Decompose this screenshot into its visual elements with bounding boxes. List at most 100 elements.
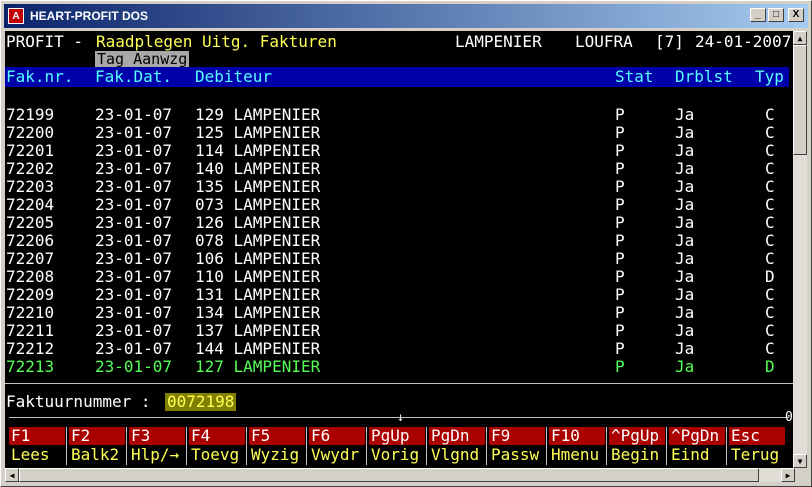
fkey-key: ^PgUp — [609, 427, 665, 445]
table-row[interactable]: 72207 23-01-07 106 LAMPENIER P Ja C — [5, 250, 789, 268]
cell-typ: C — [765, 159, 775, 178]
cell-debiteur: 140 LAMPENIER — [195, 159, 321, 178]
maximize-button[interactable]: □ — [768, 8, 784, 22]
cell-debiteur: 131 LAMPENIER — [195, 285, 321, 304]
fkey-separator — [246, 427, 247, 465]
cell-stat: P — [615, 267, 625, 286]
fkey-separator — [126, 427, 127, 465]
table-row[interactable]: 72208 23-01-07 110 LAMPENIER P Ja D — [5, 268, 789, 286]
minimize-button[interactable]: _ — [750, 8, 766, 22]
current-date: 24-01-2007 — [695, 32, 792, 51]
fkey-label: Begin — [611, 445, 660, 464]
column-header-bar: Fak.nr. Fak.Dat. Debiteur Stat Drblst Ty… — [5, 67, 789, 87]
scroll-right-icon[interactable]: ▶ — [781, 468, 795, 482]
vertical-scrollbar[interactable]: ▲ ▼ — [793, 31, 807, 468]
fkey-pgdn[interactable]: PgDn Vlgnd — [426, 427, 487, 467]
ruler-end: 0 — [785, 410, 793, 425]
col-fak-dat: Fak.Dat. — [95, 67, 173, 86]
title-bar[interactable]: A HEART-PROFIT DOS _ □ X — [4, 4, 808, 28]
cell-debiteur: 144 LAMPENIER — [195, 339, 321, 358]
fkey-pgup[interactable]: ^PgUp Begin — [606, 427, 667, 467]
cell-drblst: Ja — [675, 231, 695, 250]
window-controls: _ □ X — [750, 8, 804, 22]
fkey-f2[interactable]: F2 Balk2 — [66, 427, 127, 467]
screen-title: Raadplegen Uitg. Fakturen — [96, 32, 337, 51]
table-row[interactable]: 72210 23-01-07 134 LAMPENIER P Ja C — [5, 304, 789, 322]
fkey-esc[interactable]: Esc Terug — [726, 427, 787, 467]
scroll-up-icon[interactable]: ▲ — [793, 31, 807, 45]
fkey-label: Vlgnd — [431, 445, 480, 464]
invoice-number-input[interactable]: 0072198 — [165, 393, 237, 411]
vertical-scroll-thumb[interactable] — [793, 45, 807, 155]
fkey-separator — [186, 427, 187, 465]
cell-typ: C — [765, 303, 775, 322]
cell-stat: P — [615, 249, 625, 268]
fkey-f5[interactable]: F5 Wyzig — [246, 427, 307, 467]
col-fak-nr: Fak.nr. — [6, 67, 74, 86]
user-name: LOUFRA — [575, 32, 633, 51]
table-row[interactable]: 72206 23-01-07 078 LAMPENIER P Ja C — [5, 232, 789, 250]
close-button[interactable]: X — [788, 8, 804, 22]
fkey-f10[interactable]: F10 Hmenu — [546, 427, 607, 467]
cell-fak-nr: 72204 — [6, 195, 55, 214]
cell-typ: C — [765, 231, 775, 250]
app-icon[interactable]: A — [8, 8, 24, 24]
window-title: HEART-PROFIT DOS — [30, 9, 149, 23]
cell-debiteur: 078 LAMPENIER — [195, 231, 321, 250]
cell-debiteur: 129 LAMPENIER — [195, 105, 321, 124]
cell-fak-dat: 23-01-07 — [95, 357, 173, 376]
table-row[interactable]: 72213 23-01-07 127 LAMPENIER P Ja D — [5, 358, 789, 376]
fkey-f9[interactable]: F9 Passw — [486, 427, 547, 467]
fkey-f3[interactable]: F3 Hlp/→ — [126, 427, 187, 467]
table-row[interactable]: 72205 23-01-07 126 LAMPENIER P Ja C — [5, 214, 789, 232]
cell-drblst: Ja — [675, 339, 695, 358]
fkey-separator — [426, 427, 427, 465]
table-row[interactable]: 72201 23-01-07 114 LAMPENIER P Ja C — [5, 142, 789, 160]
fkey-f1[interactable]: F1 Lees — [9, 427, 67, 467]
cell-typ: D — [765, 267, 775, 286]
table-row[interactable]: 72199 23-01-07 129 LAMPENIER P Ja C — [5, 106, 789, 124]
cell-typ: C — [765, 195, 775, 214]
fkey-key: F4 — [189, 427, 245, 445]
cell-fak-dat: 23-01-07 — [95, 267, 173, 286]
cell-typ: C — [765, 321, 775, 340]
fkey-separator — [666, 427, 667, 465]
fkey-f4[interactable]: F4 Toevg — [186, 427, 247, 467]
table-row[interactable]: 72200 23-01-07 125 LAMPENIER P Ja C — [5, 124, 789, 142]
cell-stat: P — [615, 195, 625, 214]
fkey-key: ^PgDn — [669, 427, 725, 445]
horizontal-scrollbar[interactable]: ◀ ▶ — [5, 468, 795, 482]
table-row[interactable]: 72202 23-01-07 140 LAMPENIER P Ja C — [5, 160, 789, 178]
cell-typ: C — [765, 141, 775, 160]
table-row[interactable]: 72212 23-01-07 144 LAMPENIER P Ja C — [5, 340, 789, 358]
table-row[interactable]: 72203 23-01-07 135 LAMPENIER P Ja C — [5, 178, 789, 196]
fkey-pgdn[interactable]: ^PgDn Eind — [666, 427, 727, 467]
ruler-marker-icon: ↓ — [397, 410, 405, 424]
fkey-key: F6 — [309, 427, 365, 445]
fkey-label: Terug — [731, 445, 780, 464]
table-row[interactable]: 72211 23-01-07 137 LAMPENIER P Ja C — [5, 322, 789, 340]
cell-drblst: Ja — [675, 267, 695, 286]
fkey-label: Lees — [11, 445, 50, 464]
cell-stat: P — [615, 213, 625, 232]
divider — [5, 383, 795, 384]
col-typ: Typ — [755, 67, 784, 86]
fkey-f6[interactable]: F6 Vwydr — [306, 427, 367, 467]
scroll-left-icon[interactable]: ◀ — [5, 468, 19, 482]
horizontal-scroll-thumb[interactable] — [19, 468, 759, 482]
scroll-down-icon[interactable]: ▼ — [793, 454, 807, 468]
cell-fak-nr: 72203 — [6, 177, 55, 196]
cell-stat: P — [615, 357, 625, 376]
fkey-key: F5 — [249, 427, 305, 445]
console-screen[interactable]: PROFIT - Raadplegen Uitg. Fakturen LAMPE… — [5, 31, 795, 468]
cell-stat: P — [615, 177, 625, 196]
cell-drblst: Ja — [675, 123, 695, 142]
table-row[interactable]: 72204 23-01-07 073 LAMPENIER P Ja C — [5, 196, 789, 214]
fkey-label: Balk2 — [71, 445, 120, 464]
cell-debiteur: 110 LAMPENIER — [195, 267, 321, 286]
fkey-key: Esc — [729, 427, 785, 445]
cell-fak-dat: 23-01-07 — [95, 177, 173, 196]
table-row[interactable]: 72209 23-01-07 131 LAMPENIER P Ja C — [5, 286, 789, 304]
cell-stat: P — [615, 339, 625, 358]
fkey-pgup[interactable]: PgUp Vorig — [366, 427, 427, 467]
